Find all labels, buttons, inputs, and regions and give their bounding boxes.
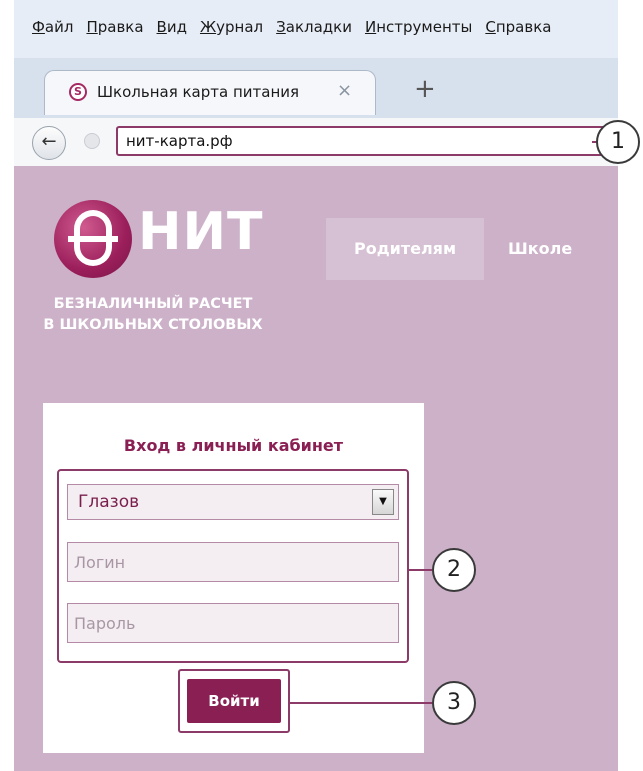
menu-item-accel: З	[276, 18, 286, 36]
menu-item-1[interactable]: Правка	[86, 18, 143, 36]
menu-item-accel: Ж	[199, 18, 217, 36]
callout-3: 3	[432, 681, 476, 725]
password-input[interactable]	[67, 603, 399, 643]
login-card: Вход в личный кабинет Глазов ▼ Войти	[43, 403, 424, 753]
url-text: нит-карта.рф	[126, 132, 233, 150]
login-input[interactable]	[67, 542, 399, 582]
menu-item-label: урнал	[216, 18, 264, 36]
menu-item-label: акладки	[285, 18, 352, 36]
nav-parents-link[interactable]: Родителям	[326, 218, 484, 280]
site-identity-icon[interactable]	[84, 133, 100, 149]
menu-item-label: айл	[44, 18, 74, 36]
nit-logo-icon[interactable]	[54, 200, 132, 278]
navigation-bar: ← нит-карта.рф	[14, 118, 618, 167]
city-select-value: Глазов	[78, 492, 140, 512]
tab-strip: Ѕ Школьная карта питания × +	[14, 58, 618, 118]
menu-item-accel: В	[156, 18, 167, 36]
city-select[interactable]: Глазов ▼	[67, 484, 399, 520]
menu-item-6[interactable]: Справка	[485, 18, 551, 36]
login-fields-group: Глазов ▼	[57, 469, 409, 663]
menu-item-accel: П	[86, 18, 98, 36]
menu-item-label: правка	[495, 18, 552, 36]
menu-item-2[interactable]: Вид	[157, 18, 187, 36]
callout-2: 2	[432, 548, 476, 592]
new-tab-button[interactable]: +	[414, 76, 436, 102]
nit-logo-favicon-icon: Ѕ	[69, 83, 87, 101]
nav-school-link[interactable]: Школе	[508, 218, 572, 280]
close-tab-icon[interactable]: ×	[337, 80, 352, 101]
login-submit-button[interactable]: Войти	[187, 679, 281, 723]
site-tagline: БЕЗНАЛИЧНЫЙ РАСЧЕТ В ШКОЛЬНЫХ СТОЛОВЫХ	[8, 294, 298, 336]
back-button[interactable]: ←	[32, 126, 66, 160]
address-bar[interactable]: нит-карта.рф	[116, 126, 606, 156]
submit-highlight: Войти	[178, 669, 290, 733]
menu-item-3[interactable]: Журнал	[200, 18, 263, 36]
callout-1: 1	[596, 120, 640, 164]
chevron-down-icon[interactable]: ▼	[372, 489, 394, 515]
tagline-line-2: В ШКОЛЬНЫХ СТОЛОВЫХ	[43, 317, 263, 333]
tab-active[interactable]: Ѕ Школьная карта питания ×	[44, 70, 376, 115]
tagline-line-1: БЕЗНАЛИЧНЫЙ РАСЧЕТ	[53, 296, 253, 312]
menu-item-4[interactable]: Закладки	[276, 18, 352, 36]
menu-item-accel: С	[485, 18, 496, 36]
menu-item-label: нструменты	[376, 18, 473, 36]
menu-item-accel: И	[364, 18, 377, 36]
menu-item-0[interactable]: Файл	[32, 18, 73, 36]
browser-window: Файл Правка Вид Журнал Закладки Инструменты Сп…	[0, 0, 618, 771]
web-page: НИТ БЕЗНАЛИЧНЫЙ РАСЧЕТ В ШКОЛЬНЫХ СТОЛОВ…	[14, 166, 618, 771]
tab-title: Школьная карта питания	[97, 83, 300, 101]
logo-wordmark[interactable]: НИТ	[138, 206, 264, 258]
menu-item-5[interactable]: Инструменты	[365, 18, 472, 36]
menu-bar: Файл Правка Вид Журнал Закладки Инструменты Сп…	[14, 0, 618, 59]
login-title: Вход в личный кабинет	[123, 436, 344, 455]
menu-item-label: ид	[166, 18, 187, 36]
menu-item-label: равка	[97, 18, 144, 36]
menu-item-accel: Ф	[32, 18, 45, 36]
